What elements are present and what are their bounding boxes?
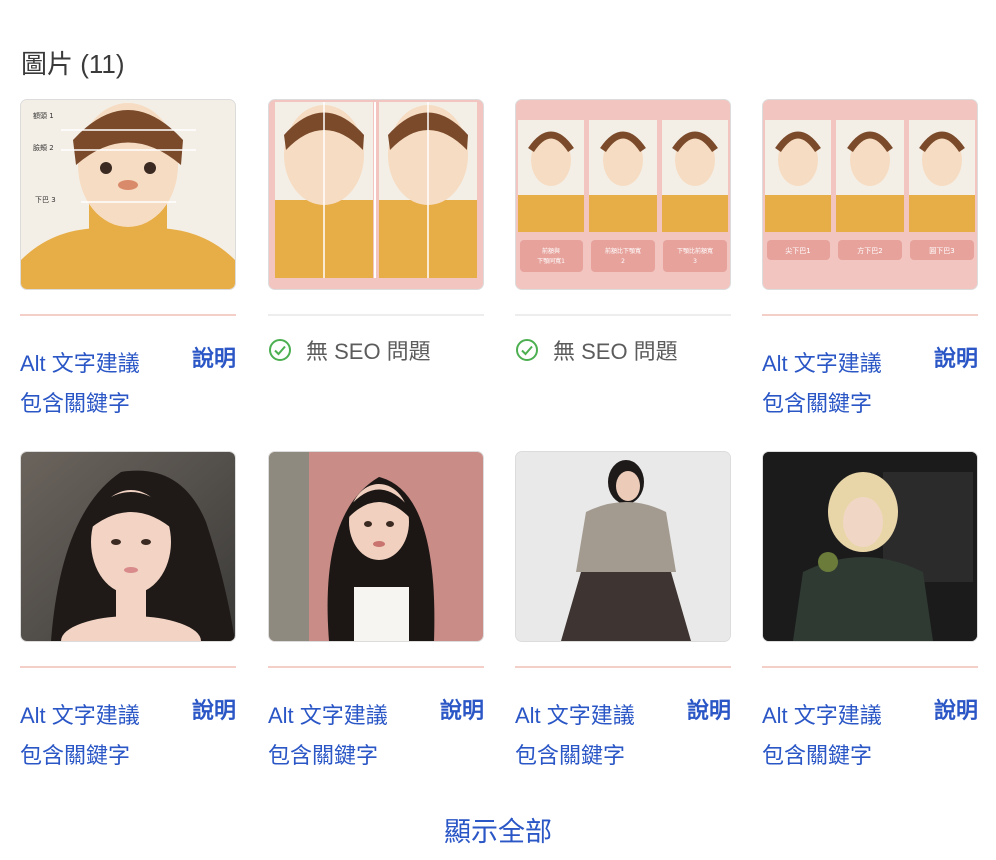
help-link[interactable]: 說明 bbox=[934, 341, 978, 373]
alt-text-suggestion-link[interactable]: Alt 文字建議 包含關鍵字 bbox=[20, 696, 170, 776]
image-card: Alt 文字建議 包含關鍵字 說明 bbox=[515, 451, 731, 778]
thumb-label-1: 尖下巴1 bbox=[785, 246, 810, 255]
thumb-label-2: 前額比下顎寬 bbox=[605, 247, 641, 255]
alt-text-suggestion-link[interactable]: Alt 文字建議 包含關鍵字 bbox=[20, 344, 170, 424]
help-link[interactable]: 說明 bbox=[934, 693, 978, 725]
image-card: 前額與 下顎同寬1 前額比下顎寬 2 下顎比前額寬 3 無 SEO 問題 bbox=[515, 99, 731, 426]
no-seo-issue-status: 無 SEO 問題 bbox=[515, 334, 678, 366]
svg-text:下顎同寬1: 下顎同寬1 bbox=[537, 257, 565, 265]
alt-text-suggestion-link[interactable]: Alt 文字建議 包含關鍵字 bbox=[762, 696, 912, 776]
image-card: 額頭 1 臉頰 2 下巴 3 Alt 文字建議 包含關鍵字 說明 bbox=[20, 99, 236, 426]
show-all-link[interactable]: 顯示全部 bbox=[0, 810, 996, 849]
check-circle-icon bbox=[269, 339, 291, 361]
image-thumbnail[interactable]: 額頭 1 臉頰 2 下巴 3 bbox=[20, 99, 236, 290]
image-thumbnail[interactable]: 前額與 下顎同寬1 前額比下顎寬 2 下顎比前額寬 3 bbox=[515, 99, 731, 290]
thumb-label-1: 前額與 bbox=[542, 247, 560, 255]
thumb-label-1: 額頭 1 bbox=[33, 111, 54, 120]
image-card: 無 SEO 問題 bbox=[268, 99, 484, 426]
no-seo-issue-status: 無 SEO 問題 bbox=[268, 334, 431, 366]
help-link[interactable]: 說明 bbox=[440, 693, 484, 725]
alt-text-suggestion-link[interactable]: Alt 文字建議 包含關鍵字 bbox=[762, 344, 912, 424]
thumb-label-2: 臉頰 2 bbox=[33, 143, 54, 152]
check-circle-icon bbox=[516, 339, 538, 361]
image-card: 尖下巴1 方下巴2 圓下巴3 Alt 文字建議 包含關鍵字 說明 bbox=[762, 99, 978, 426]
section-title: 圖片 (11) bbox=[21, 49, 125, 79]
image-thumbnail[interactable] bbox=[20, 451, 236, 642]
image-card: Alt 文字建議 包含關鍵字 說明 bbox=[762, 451, 978, 778]
image-card: Alt 文字建議 包含關鍵字 說明 bbox=[20, 451, 236, 778]
help-link[interactable]: 說明 bbox=[192, 341, 236, 373]
thumb-label-3: 下巴 3 bbox=[35, 196, 56, 204]
thumb-label-3: 圓下巴3 bbox=[929, 247, 954, 255]
help-link[interactable]: 說明 bbox=[192, 693, 236, 725]
image-card: Alt 文字建議 包含關鍵字 說明 bbox=[268, 451, 484, 778]
alt-text-suggestion-link[interactable]: Alt 文字建議 包含關鍵字 bbox=[515, 696, 665, 776]
alt-text-suggestion-link[interactable]: Alt 文字建議 包含關鍵字 bbox=[268, 696, 418, 776]
thumb-label-3: 下顎比前額寬 bbox=[677, 247, 713, 255]
svg-text:3: 3 bbox=[693, 258, 697, 265]
image-thumbnail[interactable] bbox=[762, 451, 978, 642]
help-link[interactable]: 說明 bbox=[687, 693, 731, 725]
image-thumbnail[interactable] bbox=[515, 451, 731, 642]
image-thumbnail[interactable]: 尖下巴1 方下巴2 圓下巴3 bbox=[762, 99, 978, 290]
thumb-label-2: 方下巴2 bbox=[857, 246, 882, 255]
image-thumbnail[interactable] bbox=[268, 99, 484, 290]
image-thumbnail[interactable] bbox=[268, 451, 484, 642]
svg-text:2: 2 bbox=[621, 258, 625, 265]
